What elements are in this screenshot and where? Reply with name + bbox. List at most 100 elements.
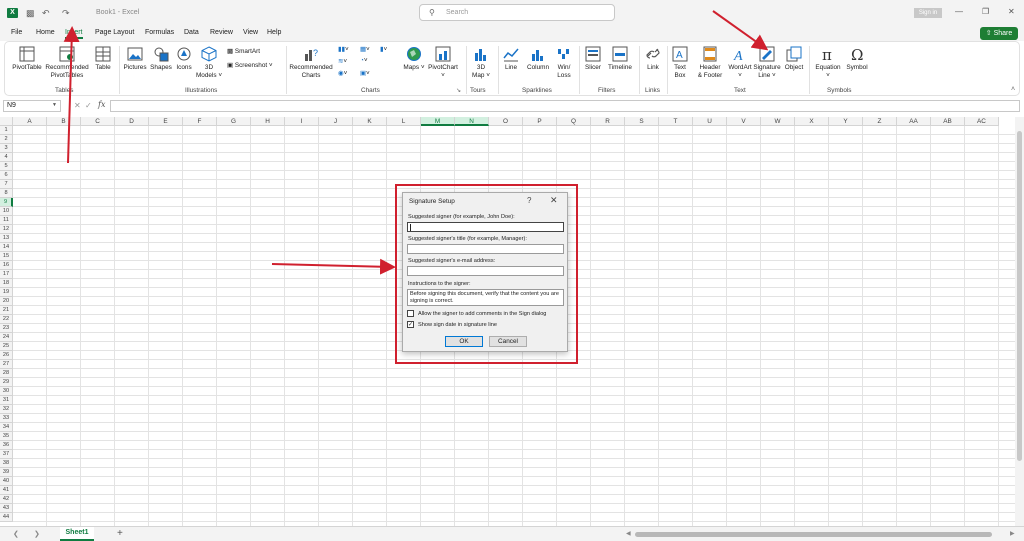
recommended-pivottables-button[interactable]: Recommended PivotTables <box>45 46 89 79</box>
column-header-s[interactable]: S <box>625 117 659 126</box>
column-header-i[interactable]: I <box>285 117 319 126</box>
search-input[interactable]: ⚲ Search <box>419 4 615 21</box>
row-header[interactable]: 32 <box>0 405 13 414</box>
row-header[interactable]: 38 <box>0 459 13 468</box>
confirm-entry-icon[interactable]: ✓ <box>85 101 92 110</box>
hierarchy-chart-button[interactable]: ▦˅ <box>360 45 370 53</box>
pivotchart-button[interactable]: PivotChart ˅ <box>426 46 460 79</box>
row-header[interactable]: 37 <box>0 450 13 459</box>
tab-review[interactable]: Review <box>210 29 233 36</box>
row-header[interactable]: 42 <box>0 495 13 504</box>
row-header[interactable]: 41 <box>0 486 13 495</box>
column-header-ab[interactable]: AB <box>931 117 965 126</box>
row-header[interactable]: 11 <box>0 216 13 225</box>
scroll-left-icon[interactable]: ◀ <box>626 530 631 537</box>
add-sheet-icon[interactable]: + <box>117 528 123 539</box>
row-header[interactable]: 12 <box>0 225 13 234</box>
column-header-u[interactable]: U <box>693 117 727 126</box>
formula-input[interactable] <box>110 100 1020 112</box>
restore-icon[interactable]: ❐ <box>982 7 989 16</box>
row-header[interactable]: 8 <box>0 189 13 198</box>
column-header-x[interactable]: X <box>795 117 829 126</box>
column-header-f[interactable]: F <box>183 117 217 126</box>
row-header[interactable]: 3 <box>0 144 13 153</box>
column-header-d[interactable]: D <box>115 117 149 126</box>
row-header[interactable]: 14 <box>0 243 13 252</box>
column-header-w[interactable]: W <box>761 117 795 126</box>
column-header-ac[interactable]: AC <box>965 117 999 126</box>
close-icon[interactable]: ✕ <box>1008 7 1015 16</box>
prev-sheet-icon[interactable]: ❮ <box>13 530 19 538</box>
screenshot-button[interactable]: ▣ Screenshot ˅ <box>227 61 273 69</box>
row-header[interactable]: 13 <box>0 234 13 243</box>
more-options-icon[interactable]: ⋮ <box>66 101 74 110</box>
column-header-o[interactable]: O <box>489 117 523 126</box>
row-header[interactable]: 39 <box>0 468 13 477</box>
column-header-c[interactable]: C <box>81 117 115 126</box>
equation-button[interactable]: π Equation ˅ <box>811 46 845 79</box>
column-header-b[interactable]: B <box>47 117 81 126</box>
row-header[interactable]: 30 <box>0 387 13 396</box>
line-chart-button[interactable]: ≋˅ <box>338 57 347 65</box>
next-sheet-icon[interactable]: ❯ <box>34 530 40 538</box>
cancel-entry-icon[interactable]: ✕ <box>74 101 81 110</box>
row-header[interactable]: 23 <box>0 324 13 333</box>
row-header[interactable]: 15 <box>0 252 13 261</box>
tab-home[interactable]: Home <box>36 29 55 36</box>
chevron-down-icon[interactable]: ▼ <box>52 102 57 108</box>
horizontal-scroll-thumb[interactable] <box>635 532 992 537</box>
signature-line-button[interactable]: Signature Line ˅ <box>752 46 782 79</box>
sheet-tab-sheet1[interactable]: Sheet1 <box>60 527 94 541</box>
row-header[interactable]: 20 <box>0 297 13 306</box>
symbol-button[interactable]: Ω Symbol <box>845 46 869 72</box>
row-header[interactable]: 21 <box>0 306 13 315</box>
column-header-q[interactable]: Q <box>557 117 591 126</box>
row-header[interactable]: 2 <box>0 135 13 144</box>
pie-chart-button[interactable]: ◔˅ <box>360 57 368 64</box>
row-header[interactable]: 5 <box>0 162 13 171</box>
recommended-charts-button[interactable]: ? Recommended Charts <box>288 46 334 79</box>
link-button[interactable]: Link <box>641 46 665 72</box>
tab-insert[interactable]: Insert <box>65 29 83 39</box>
row-header[interactable]: 4 <box>0 153 13 162</box>
slicer-button[interactable]: Slicer <box>581 46 605 72</box>
column-header-v[interactable]: V <box>727 117 761 126</box>
row-header[interactable]: 10 <box>0 207 13 216</box>
column-header-t[interactable]: T <box>659 117 693 126</box>
row-header[interactable]: 9 <box>0 198 13 207</box>
column-header-r[interactable]: R <box>591 117 625 126</box>
charts-dialog-launcher-icon[interactable]: ↘ <box>456 87 461 94</box>
row-header[interactable]: 19 <box>0 288 13 297</box>
column-header-m[interactable]: M <box>421 117 455 126</box>
share-button[interactable]: ⇧ Share <box>980 27 1018 40</box>
sign-in-button[interactable]: Sign in <box>914 8 942 18</box>
scatter-chart-button[interactable]: ◉˅ <box>338 69 347 77</box>
column-header-j[interactable]: J <box>319 117 353 126</box>
row-header[interactable]: 34 <box>0 423 13 432</box>
3d-models-button[interactable]: 3D Models ˅ <box>195 46 223 79</box>
row-header[interactable]: 31 <box>0 396 13 405</box>
column-header-a[interactable]: A <box>13 117 47 126</box>
sparkline-column-button[interactable]: Column <box>524 46 552 72</box>
row-header[interactable]: 28 <box>0 369 13 378</box>
tab-formulas[interactable]: Formulas <box>145 29 174 36</box>
icons-button[interactable]: Icons <box>173 46 195 72</box>
scroll-right-icon[interactable]: ▶ <box>1010 530 1015 537</box>
maps-button[interactable]: Maps ˅ <box>403 46 425 72</box>
column-header-l[interactable]: L <box>387 117 421 126</box>
vertical-scrollbar[interactable] <box>1015 117 1024 526</box>
sparkline-winloss-button[interactable]: Win/Loss <box>553 46 575 79</box>
row-header[interactable]: 35 <box>0 432 13 441</box>
shapes-button[interactable]: Shapes <box>149 46 173 72</box>
row-header[interactable]: 18 <box>0 279 13 288</box>
tab-page-layout[interactable]: Page Layout <box>95 29 134 36</box>
pivottable-button[interactable]: PivotTable <box>11 46 43 72</box>
object-button[interactable]: Object <box>782 46 806 72</box>
3d-map-button[interactable]: 3D Map ˅ <box>468 46 494 79</box>
tab-file[interactable]: File <box>11 29 22 36</box>
smartart-button[interactable]: ▩ SmartArt <box>227 47 260 55</box>
row-header[interactable]: 36 <box>0 441 13 450</box>
tab-help[interactable]: Help <box>267 29 281 36</box>
column-header-e[interactable]: E <box>149 117 183 126</box>
column-header-z[interactable]: Z <box>863 117 897 126</box>
